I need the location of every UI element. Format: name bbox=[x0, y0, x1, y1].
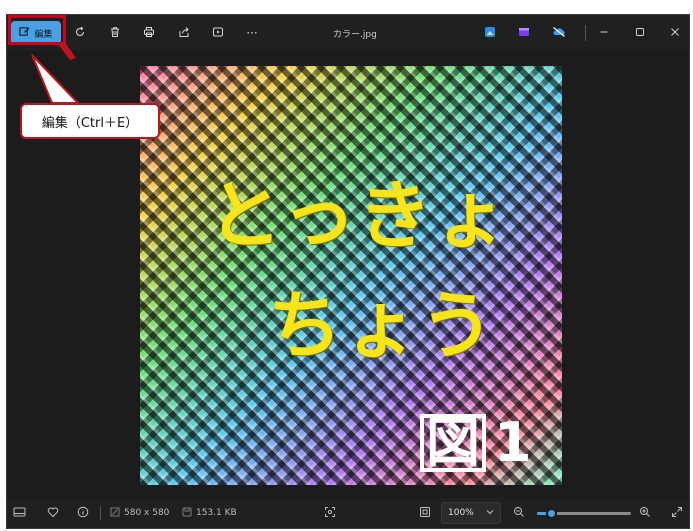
zoom-in-button[interactable] bbox=[639, 498, 651, 528]
onedrive-icon bbox=[552, 26, 566, 41]
edit-tooltip: 編集（Ctrl＋E） bbox=[20, 103, 160, 139]
file-size: 153.1 KB bbox=[182, 498, 237, 528]
zoom-dropdown[interactable]: 100% bbox=[441, 502, 501, 524]
clipchamp-icon bbox=[518, 26, 530, 41]
chevron-down-icon bbox=[486, 508, 494, 518]
edit-icon bbox=[19, 26, 30, 40]
expand-icon bbox=[671, 506, 683, 521]
rotate-button[interactable] bbox=[67, 21, 93, 45]
close-button[interactable] bbox=[662, 21, 688, 45]
zoom-slider[interactable] bbox=[537, 512, 631, 515]
photo-text-line2: ちょう bbox=[268, 266, 496, 373]
zoom-out-icon bbox=[513, 506, 525, 521]
file-size-value: 153.1 KB bbox=[196, 508, 237, 518]
fit-to-window-button[interactable] bbox=[419, 498, 431, 528]
figure-char: 図 bbox=[420, 414, 486, 472]
info-icon bbox=[77, 506, 89, 521]
toolbar-divider bbox=[585, 25, 586, 41]
print-button[interactable] bbox=[136, 21, 162, 45]
zoom-out-button[interactable] bbox=[513, 498, 525, 528]
slideshow-icon bbox=[212, 26, 224, 41]
full-screen-button[interactable] bbox=[671, 498, 683, 528]
zoom-in-icon bbox=[639, 506, 651, 521]
filmstrip-icon bbox=[13, 506, 26, 521]
screen-capture-button[interactable] bbox=[324, 498, 336, 528]
more-icon: ··· bbox=[246, 26, 257, 40]
photos-app-window: 編集 ··· カ bbox=[6, 14, 690, 529]
file-info-button[interactable] bbox=[77, 498, 89, 528]
minimize-button[interactable] bbox=[591, 21, 617, 45]
share-button[interactable] bbox=[171, 21, 197, 45]
maximize-button[interactable] bbox=[627, 21, 653, 45]
delete-button[interactable] bbox=[102, 21, 128, 45]
status-divider bbox=[100, 506, 101, 520]
print-icon bbox=[143, 26, 155, 41]
top-toolbar: 編集 ··· カ bbox=[7, 15, 689, 51]
photo-viewer-image: とっきょ ちょう 図1 bbox=[140, 66, 562, 485]
visual-search-icon bbox=[324, 506, 336, 521]
dimensions-value: 580 x 580 bbox=[124, 508, 169, 518]
maximize-icon bbox=[635, 27, 645, 40]
favorite-button[interactable] bbox=[47, 498, 59, 528]
heart-icon bbox=[47, 506, 59, 521]
filmstrip-button[interactable] bbox=[13, 498, 26, 528]
dimensions-icon bbox=[110, 507, 120, 520]
zoom-slider-thumb[interactable] bbox=[546, 508, 557, 519]
bottom-status-bar: 580 x 580 153.1 KB 100% bbox=[7, 498, 689, 528]
slideshow-button[interactable] bbox=[205, 21, 231, 45]
delete-icon bbox=[109, 26, 121, 41]
share-icon bbox=[178, 26, 190, 41]
onedrive-button[interactable] bbox=[546, 21, 572, 45]
figure-label: 図1 bbox=[420, 411, 532, 474]
edit-button[interactable]: 編集 bbox=[11, 21, 61, 45]
close-icon bbox=[670, 27, 680, 40]
photos-icon bbox=[484, 26, 496, 41]
more-options-button[interactable]: ··· bbox=[239, 21, 265, 45]
rotate-icon bbox=[74, 26, 86, 41]
figure-number: 1 bbox=[494, 411, 532, 474]
fit-window-icon bbox=[419, 506, 431, 521]
edit-tooltip-text: 編集（Ctrl＋E） bbox=[42, 112, 138, 131]
image-dimensions: 580 x 580 bbox=[110, 498, 169, 528]
photo-text-line1: とっきょ bbox=[208, 156, 510, 263]
edit-button-label: 編集 bbox=[34, 27, 52, 40]
zoom-value: 100% bbox=[448, 508, 474, 518]
clipchamp-button[interactable] bbox=[511, 21, 537, 45]
minimize-icon bbox=[599, 27, 609, 40]
photos-app-button[interactable] bbox=[477, 21, 503, 45]
file-title: カラー.jpg bbox=[333, 27, 377, 40]
save-disk-icon bbox=[182, 507, 192, 520]
